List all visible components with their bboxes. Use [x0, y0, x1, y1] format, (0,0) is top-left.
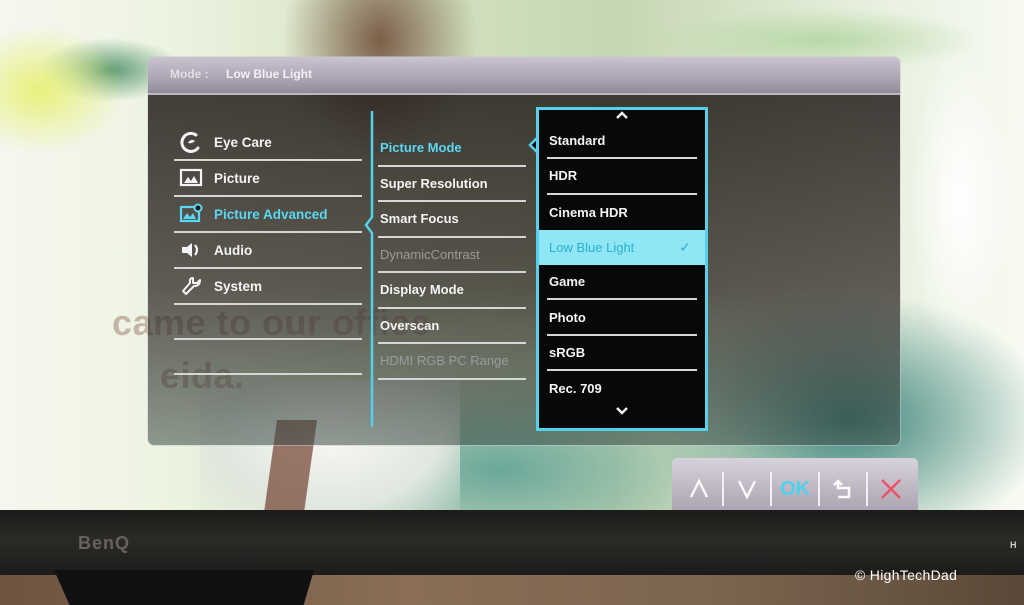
- option-srgb[interactable]: sRGB: [547, 336, 697, 372]
- option-game[interactable]: Game: [547, 265, 697, 301]
- scroll-up-arrow-icon[interactable]: [539, 110, 705, 124]
- sub-menu-label: DynamicContrast: [380, 246, 480, 262]
- sub-menu-label: Super Resolution: [380, 175, 488, 191]
- picture-advanced-icon: [178, 203, 204, 225]
- option-label: Low Blue Light: [549, 240, 635, 256]
- option-label: Photo: [549, 309, 586, 325]
- monitor-brand-logo: BenQ: [78, 533, 131, 553]
- option-standard[interactable]: Standard: [547, 124, 697, 160]
- down-key[interactable]: [722, 472, 770, 506]
- option-label: Standard: [549, 133, 606, 149]
- option-label: sRGB: [549, 344, 586, 360]
- back-key[interactable]: [818, 472, 866, 506]
- sub-menu: Picture Mode Super Resolution Smart Focu…: [378, 131, 526, 380]
- option-label: Game: [549, 274, 586, 290]
- sub-menu-label: Display Mode: [380, 282, 464, 298]
- monitor-stand: [54, 570, 314, 605]
- sub-menu-item-overscan[interactable]: Overscan: [378, 309, 526, 344]
- osd-window: Mode : Low Blue Light Eye Care Picture P…: [148, 57, 900, 445]
- option-cinema-hdr[interactable]: Cinema HDR: [547, 195, 697, 230]
- osd-header: Mode : Low Blue Light: [148, 57, 900, 95]
- osd-body: Eye Care Picture Picture Advanced Audio: [148, 95, 900, 445]
- up-key[interactable]: [676, 472, 722, 506]
- main-menu-item-eye-care[interactable]: Eye Care: [174, 125, 362, 161]
- main-menu-item-picture-advanced[interactable]: Picture Advanced: [174, 197, 362, 233]
- main-menu-label: Eye Care: [214, 134, 272, 150]
- picture-icon: [178, 167, 204, 189]
- sub-menu-item-picture-mode[interactable]: Picture Mode: [378, 131, 526, 167]
- sub-menu-item-hdmi-rgb-pc-range: HDMI RGB PC Range: [378, 344, 526, 380]
- sub-menu-item-super-resolution[interactable]: Super Resolution: [378, 167, 526, 202]
- main-menu-label: Audio: [214, 242, 253, 258]
- mode-label: Mode :: [170, 67, 209, 81]
- main-menu-item-system[interactable]: System: [174, 269, 362, 305]
- chevron-up-icon: [689, 478, 709, 498]
- sub-menu-label: Picture Mode: [380, 140, 462, 156]
- option-photo[interactable]: Photo: [547, 300, 697, 336]
- main-menu-item-picture[interactable]: Picture: [174, 161, 362, 197]
- hdr-badge: H: [1010, 540, 1017, 550]
- main-menu-label: Picture: [214, 170, 260, 186]
- sub-menu-label: Overscan: [380, 317, 440, 333]
- ok-key[interactable]: OK: [770, 472, 818, 506]
- option-label: Rec. 709: [549, 381, 602, 397]
- sub-menu-label: HDMI RGB PC Range: [380, 353, 509, 369]
- close-icon: [881, 479, 901, 499]
- picture-mode-options: Standard HDR Cinema HDR Low Blue Light ✓…: [536, 107, 708, 431]
- back-arrow-icon: [833, 479, 851, 499]
- main-menu-item-audio[interactable]: Audio: [174, 233, 362, 269]
- main-menu: Eye Care Picture Picture Advanced Audio: [174, 125, 362, 375]
- option-hdr[interactable]: HDR: [547, 159, 697, 195]
- sub-menu-label: Smart Focus: [380, 211, 459, 227]
- sub-menu-item-smart-focus[interactable]: Smart Focus: [378, 202, 526, 238]
- wrench-icon: [178, 275, 204, 297]
- option-label: HDR: [549, 168, 578, 184]
- checkmark-icon: ✓: [679, 239, 691, 256]
- scroll-down-arrow-icon[interactable]: [539, 406, 705, 420]
- option-low-blue-light[interactable]: Low Blue Light ✓: [539, 229, 705, 266]
- sub-menu-item-display-mode[interactable]: Display Mode: [378, 273, 526, 309]
- main-menu-empty-row: [174, 305, 362, 340]
- option-label: Cinema HDR: [549, 204, 628, 220]
- main-menu-label: System: [214, 278, 263, 294]
- speaker-icon: [178, 239, 204, 261]
- menu-divider: [364, 111, 374, 427]
- main-menu-label: Picture Advanced: [214, 206, 328, 222]
- ok-key-label: OK: [780, 477, 810, 500]
- sub-menu-item-dynamic-contrast: DynamicContrast: [378, 238, 526, 273]
- close-key[interactable]: [866, 472, 914, 506]
- mode-value: Low Blue Light: [226, 67, 313, 81]
- main-menu-empty-row: [174, 340, 362, 375]
- option-rec-709[interactable]: Rec. 709: [547, 371, 697, 406]
- photo-watermark: © HighTechDad: [855, 567, 958, 583]
- control-key-bar: OK: [672, 458, 918, 512]
- chevron-down-icon: [737, 480, 757, 500]
- eye-care-icon: [178, 131, 204, 153]
